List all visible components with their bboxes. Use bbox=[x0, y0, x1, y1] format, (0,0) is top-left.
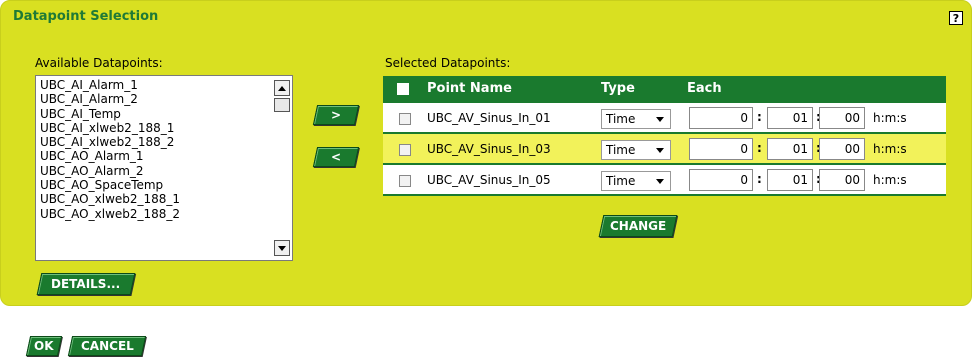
list-item[interactable]: UBC_AI_xlweb2_188_1 bbox=[40, 121, 272, 135]
table-row: UBC_AV_Sinus_In_05 Time 0 : 01 : 00 h:m:… bbox=[383, 165, 946, 196]
list-items: UBC_AI_Alarm_1 UBC_AI_Alarm_2 UBC_AI_Tem… bbox=[40, 78, 272, 221]
panel-title: Datapoint Selection bbox=[13, 9, 159, 24]
select-all-checkbox[interactable] bbox=[397, 83, 409, 95]
cancel-button[interactable]: CANCEL bbox=[67, 336, 147, 356]
table-row: UBC_AV_Sinus_In_03 Time 0 : 01 : 00 h:m:… bbox=[383, 134, 946, 165]
table-header: Point Name Type Each bbox=[383, 76, 946, 103]
point-name: UBC_AV_Sinus_In_03 bbox=[427, 142, 551, 156]
header-each: Each bbox=[687, 81, 722, 96]
scroll-thumb[interactable] bbox=[274, 98, 290, 112]
list-item[interactable]: UBC_AI_Alarm_2 bbox=[40, 92, 272, 106]
change-button[interactable]: CHANGE bbox=[598, 215, 678, 237]
seconds-input[interactable]: 00 bbox=[819, 138, 865, 160]
table-row: UBC_AV_Sinus_In_01 Time 0 : 01 : 00 h:m:… bbox=[383, 103, 946, 134]
details-button[interactable]: DETAILS... bbox=[36, 273, 136, 295]
list-item[interactable]: UBC_AO_SpaceTemp bbox=[40, 178, 272, 192]
list-item[interactable]: UBC_AI_Alarm_1 bbox=[40, 78, 272, 92]
time-unit: h:m:s bbox=[873, 111, 907, 125]
chevron-down-icon bbox=[656, 179, 664, 184]
list-item[interactable]: UBC_AI_Temp bbox=[40, 107, 272, 121]
scroll-up-button[interactable] bbox=[274, 80, 290, 96]
seconds-input[interactable]: 00 bbox=[819, 169, 865, 191]
ok-button-label: OK bbox=[34, 339, 54, 353]
chevron-down-icon bbox=[656, 117, 664, 122]
list-item[interactable]: UBC_AO_Alarm_2 bbox=[40, 164, 272, 178]
point-name: UBC_AV_Sinus_In_05 bbox=[427, 173, 551, 187]
type-select[interactable]: Time bbox=[601, 171, 671, 191]
datapoint-selection-panel: Datapoint Selection ? Available Datapoin… bbox=[0, 0, 972, 306]
seconds-input[interactable]: 00 bbox=[819, 107, 865, 129]
time-unit: h:m:s bbox=[873, 142, 907, 156]
minutes-input[interactable]: 01 bbox=[767, 169, 813, 191]
list-item[interactable]: UBC_AI_xlweb2_188_2 bbox=[40, 135, 272, 149]
hours-input[interactable]: 0 bbox=[689, 107, 753, 129]
hours-input[interactable]: 0 bbox=[689, 169, 753, 191]
list-scrollbar[interactable] bbox=[274, 78, 290, 258]
type-select[interactable]: Time bbox=[601, 109, 671, 129]
row-checkbox[interactable] bbox=[399, 113, 411, 125]
list-item[interactable]: UBC_AO_xlweb2_188_2 bbox=[40, 207, 272, 221]
separator: : bbox=[757, 172, 762, 186]
row-checkbox[interactable] bbox=[399, 144, 411, 156]
type-value: Time bbox=[606, 174, 636, 188]
details-button-label: DETAILS... bbox=[51, 277, 121, 291]
selected-datapoints-label: Selected Datapoints: bbox=[385, 56, 511, 70]
time-unit: h:m:s bbox=[873, 173, 907, 187]
available-datapoints-list[interactable]: UBC_AI_Alarm_1 UBC_AI_Alarm_2 UBC_AI_Tem… bbox=[35, 75, 293, 261]
arrow-up-icon bbox=[278, 85, 286, 91]
header-type: Type bbox=[601, 81, 635, 96]
list-item[interactable]: UBC_AO_xlweb2_188_1 bbox=[40, 192, 272, 206]
selected-datapoints-table: Point Name Type Each UBC_AV_Sinus_In_01 … bbox=[383, 76, 946, 196]
change-button-label: CHANGE bbox=[609, 219, 667, 233]
add-button-label: > bbox=[330, 108, 342, 122]
add-button[interactable]: > bbox=[312, 105, 360, 125]
minutes-input[interactable]: 01 bbox=[767, 107, 813, 129]
ok-button[interactable]: OK bbox=[25, 336, 63, 356]
cancel-button-label: CANCEL bbox=[80, 339, 134, 353]
available-datapoints-label: Available Datapoints: bbox=[35, 56, 163, 70]
help-icon[interactable]: ? bbox=[949, 11, 963, 25]
type-value: Time bbox=[606, 143, 636, 157]
row-checkbox[interactable] bbox=[399, 175, 411, 187]
list-item[interactable]: UBC_AO_Alarm_1 bbox=[40, 149, 272, 163]
minutes-input[interactable]: 01 bbox=[767, 138, 813, 160]
separator: : bbox=[757, 110, 762, 124]
scroll-down-button[interactable] bbox=[274, 240, 290, 256]
remove-button[interactable]: < bbox=[312, 147, 360, 167]
point-name: UBC_AV_Sinus_In_01 bbox=[427, 111, 551, 125]
remove-button-label: < bbox=[330, 150, 342, 164]
type-value: Time bbox=[606, 112, 636, 126]
arrow-down-icon bbox=[278, 245, 286, 251]
type-select[interactable]: Time bbox=[601, 140, 671, 160]
chevron-down-icon bbox=[656, 148, 664, 153]
hours-input[interactable]: 0 bbox=[689, 138, 753, 160]
header-point-name: Point Name bbox=[427, 81, 512, 96]
separator: : bbox=[757, 141, 762, 155]
